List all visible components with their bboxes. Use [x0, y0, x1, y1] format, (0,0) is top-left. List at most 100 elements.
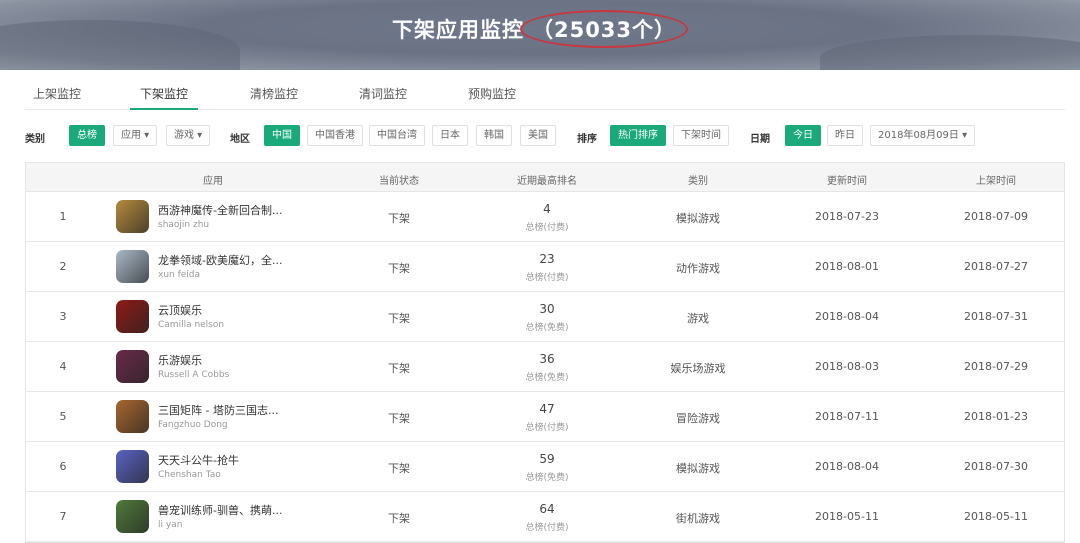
app-category: 动作游戏 [676, 262, 720, 275]
header-banner: 下架应用监控 （25033个） [0, 0, 1080, 70]
category-games-dropdown[interactable]: 游戏 ▾ [166, 125, 211, 146]
tab-preorder[interactable]: 预购监控 [468, 85, 516, 102]
rank-chart-type: 总榜(付费) [525, 273, 569, 283]
sort-label: 排序 [577, 134, 597, 145]
monitor-tabs: 上架监控 下架监控 清榜监控 清词监控 预购监控 [25, 70, 1065, 110]
app-name[interactable]: 天天斗公牛-抢牛 [158, 452, 239, 468]
rank-chart-type: 总榜(免费) [525, 373, 569, 383]
filter-bar: 类别 总榜 应用 ▾ 游戏 ▾ 地区 中国 中国香港 中国台湾 日本 韩国 美国… [25, 125, 1065, 147]
app-name[interactable]: 龙拳领域-欧美魔幻，全... [158, 252, 282, 268]
developer-name: Russell A Cobbs [158, 370, 230, 380]
app-name[interactable]: 乐游娱乐 [158, 352, 202, 368]
table-header: 应用 当前状态 近期最高排名 类别 更新时间 上架时间 [26, 163, 1064, 192]
status: 下架 [388, 412, 410, 425]
released-date: 2018-07-29 [964, 360, 1028, 373]
app-category: 模拟游戏 [676, 212, 720, 225]
date-yesterday[interactable]: 昨日 [827, 125, 863, 146]
date-today[interactable]: 今日 [785, 125, 821, 146]
table-row[interactable]: 5 三国矩阵 - 塔防三国志... Fangzhuo Dong 下架 47 总榜… [26, 392, 1064, 442]
peak-rank: 59 [539, 452, 555, 466]
status: 下架 [388, 212, 410, 225]
status: 下架 [388, 512, 410, 525]
app-icon[interactable] [116, 450, 149, 483]
app-icon[interactable] [116, 300, 149, 333]
released-date: 2018-01-23 [964, 410, 1028, 423]
category-label: 类别 [25, 134, 45, 145]
sort-popular[interactable]: 热门排序 [610, 125, 666, 146]
row-number: 1 [59, 210, 67, 223]
rank-chart-type: 总榜(付费) [525, 523, 569, 533]
app-category: 游戏 [687, 312, 709, 325]
app-icon[interactable] [116, 400, 149, 433]
table-row[interactable]: 2 龙拳领域-欧美魔幻，全... xun feida 下架 23 总榜(付费) … [26, 242, 1064, 292]
sort-delist-time[interactable]: 下架时间 [673, 125, 729, 146]
updated-date: 2018-08-04 [815, 310, 879, 323]
tab-chart-clear[interactable]: 清榜监控 [250, 85, 298, 102]
rank-chart-type: 总榜(免费) [525, 323, 569, 333]
region-hongkong[interactable]: 中国香港 [307, 125, 363, 146]
app-icon[interactable] [116, 350, 149, 383]
tab-keyword-clear[interactable]: 清词监控 [359, 85, 407, 102]
row-number: 3 [59, 310, 67, 323]
col-status: 当前状态 [379, 176, 419, 187]
app-category: 冒险游戏 [676, 412, 720, 425]
table-row[interactable]: 1 西游神魔传-全新回合制... shaojin zhu 下架 4 总榜(付费)… [26, 192, 1064, 242]
app-icon[interactable] [116, 200, 149, 233]
region-japan[interactable]: 日本 [432, 125, 468, 146]
app-category: 娱乐场游戏 [670, 362, 726, 375]
col-released: 上架时间 [976, 176, 1016, 187]
region-korea[interactable]: 韩国 [476, 125, 512, 146]
peak-rank: 30 [539, 302, 555, 316]
region-china[interactable]: 中国 [264, 125, 300, 146]
app-icon[interactable] [116, 500, 149, 533]
app-icon[interactable] [116, 250, 149, 283]
updated-date: 2018-07-23 [815, 210, 879, 223]
table-row[interactable]: 4 乐游娱乐 Russell A Cobbs 下架 36 总榜(免费) 娱乐场游… [26, 342, 1064, 392]
app-name[interactable]: 西游神魔传-全新回合制... [158, 202, 282, 218]
updated-date: 2018-05-11 [815, 510, 879, 523]
row-number: 2 [59, 260, 67, 273]
released-date: 2018-05-11 [964, 510, 1028, 523]
developer-name: Chenshan Tao [158, 470, 221, 480]
peak-rank: 4 [543, 202, 551, 216]
developer-name: shaojin zhu [158, 220, 210, 230]
date-picker[interactable]: 2018年08月09日 ▾ [870, 125, 975, 146]
updated-date: 2018-08-03 [815, 360, 879, 373]
rank-chart-type: 总榜(免费) [525, 473, 569, 483]
row-number: 7 [59, 510, 67, 523]
table-row[interactable]: 3 云顶娱乐 Camilla nelson 下架 30 总榜(免费) 游戏 20… [26, 292, 1064, 342]
tab-delisting[interactable]: 下架监控 [129, 85, 199, 110]
released-date: 2018-07-27 [964, 260, 1028, 273]
rank-chart-type: 总榜(付费) [525, 223, 569, 233]
category-apps-dropdown[interactable]: 应用 ▾ [113, 125, 158, 146]
peak-rank: 64 [539, 502, 555, 516]
region-label: 地区 [230, 134, 250, 145]
total-count: （25033个） [519, 10, 689, 48]
rank-chart-type: 总榜(付费) [525, 423, 569, 433]
updated-date: 2018-08-01 [815, 260, 879, 273]
region-taiwan[interactable]: 中国台湾 [369, 125, 425, 146]
status: 下架 [388, 462, 410, 475]
table-row[interactable]: 7 兽宠训练师-驯兽、携萌... li yan 下架 64 总榜(付费) 街机游… [26, 492, 1064, 542]
row-number: 5 [59, 410, 67, 423]
developer-name: li yan [158, 520, 183, 530]
delisted-apps-table: 应用 当前状态 近期最高排名 类别 更新时间 上架时间 1 西游神魔传-全新回合… [25, 162, 1065, 543]
category-all[interactable]: 总榜 [69, 125, 105, 146]
table-row[interactable]: 6 天天斗公牛-抢牛 Chenshan Tao 下架 59 总榜(免费) 模拟游… [26, 442, 1064, 492]
peak-rank: 23 [539, 252, 555, 266]
app-name[interactable]: 三国矩阵 - 塔防三国志... [158, 402, 278, 418]
region-usa[interactable]: 美国 [520, 125, 556, 146]
app-name[interactable]: 云顶娱乐 [158, 302, 202, 318]
table-body: 1 西游神魔传-全新回合制... shaojin zhu 下架 4 总榜(付费)… [26, 192, 1064, 542]
col-category: 类别 [688, 176, 708, 187]
released-date: 2018-07-30 [964, 460, 1028, 473]
status: 下架 [388, 262, 410, 275]
status: 下架 [388, 312, 410, 325]
app-name[interactable]: 兽宠训练师-驯兽、携萌... [158, 502, 282, 518]
date-label: 日期 [750, 134, 770, 145]
status: 下架 [388, 362, 410, 375]
col-updated: 更新时间 [827, 176, 867, 187]
developer-name: Camilla nelson [158, 320, 225, 330]
tab-listing[interactable]: 上架监控 [33, 85, 81, 102]
peak-rank: 36 [539, 352, 555, 366]
